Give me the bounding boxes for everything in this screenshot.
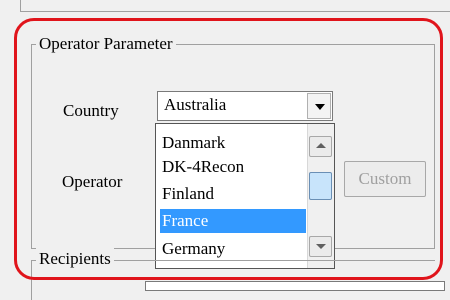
- recipients-field[interactable]: [145, 281, 445, 291]
- upper-panel-edge: [20, 0, 450, 12]
- highlight-ring: [14, 18, 443, 280]
